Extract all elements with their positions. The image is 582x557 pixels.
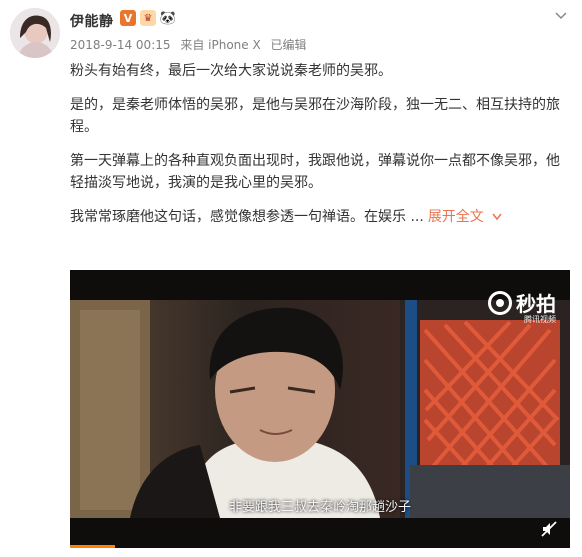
- panda-icon[interactable]: 🐼: [160, 10, 176, 26]
- watermark-label: 秒拍: [516, 292, 556, 316]
- watermark-sub: 腾讯视频: [524, 315, 556, 324]
- user-badges: V ♛ 🐼: [120, 10, 176, 26]
- expand-label[interactable]: 展开全文: [428, 209, 484, 225]
- paragraph: 我常常琢磨他这句话，感觉像想参透一句禅语。在娱乐 ... 展开全文: [70, 206, 570, 228]
- post-source: 来自 iPhone X: [180, 38, 261, 52]
- chevron-down-icon[interactable]: [554, 8, 568, 22]
- paragraph: 粉头有始有终，最后一次给大家说说秦老师的吴邪。: [70, 63, 392, 79]
- paragraph: 是的，是秦老师体悟的吴邪，是他与吴邪在沙海阶段，独一无二、相互扶持的旅程。: [70, 97, 560, 135]
- video-progress-bar[interactable]: [70, 545, 115, 548]
- mute-icon[interactable]: [540, 520, 558, 538]
- member-crown-icon[interactable]: ♛: [140, 10, 156, 26]
- edited-label[interactable]: 已编辑: [271, 38, 307, 52]
- expand-link[interactable]: 展开全文: [428, 209, 502, 225]
- miaopai-logo-icon: [488, 290, 512, 315]
- post-date[interactable]: 2018-9-14 00:15: [70, 38, 171, 52]
- paragraph: 第一天弹幕上的各种直观负面出现时，我跟他说，弹幕说你一点都不像吴邪，他轻描淡写地…: [70, 153, 560, 191]
- video-player[interactable]: 秒拍 腾讯视频 非要跟我三叔去秦岭淘那趟沙子: [70, 270, 570, 548]
- post-body: 粉头有始有终，最后一次给大家说说秦老师的吴邪。 是的，是秦老师体悟的吴邪，是他与…: [70, 60, 570, 240]
- video-subtitle: 非要跟我三叔去秦岭淘那趟沙子: [228, 500, 411, 515]
- post-meta: 2018-9-14 00:15 来自 iPhone X 已编辑: [70, 36, 313, 53]
- avatar[interactable]: [10, 8, 60, 58]
- paragraph-text: 我常常琢磨他这句话，感觉像想参透一句禅语。在娱乐 ...: [70, 209, 424, 225]
- chevron-down-icon[interactable]: [492, 213, 502, 221]
- username[interactable]: 伊能静: [70, 11, 114, 31]
- watermark: 秒拍 腾讯视频: [488, 288, 556, 324]
- verified-icon[interactable]: V: [120, 10, 136, 26]
